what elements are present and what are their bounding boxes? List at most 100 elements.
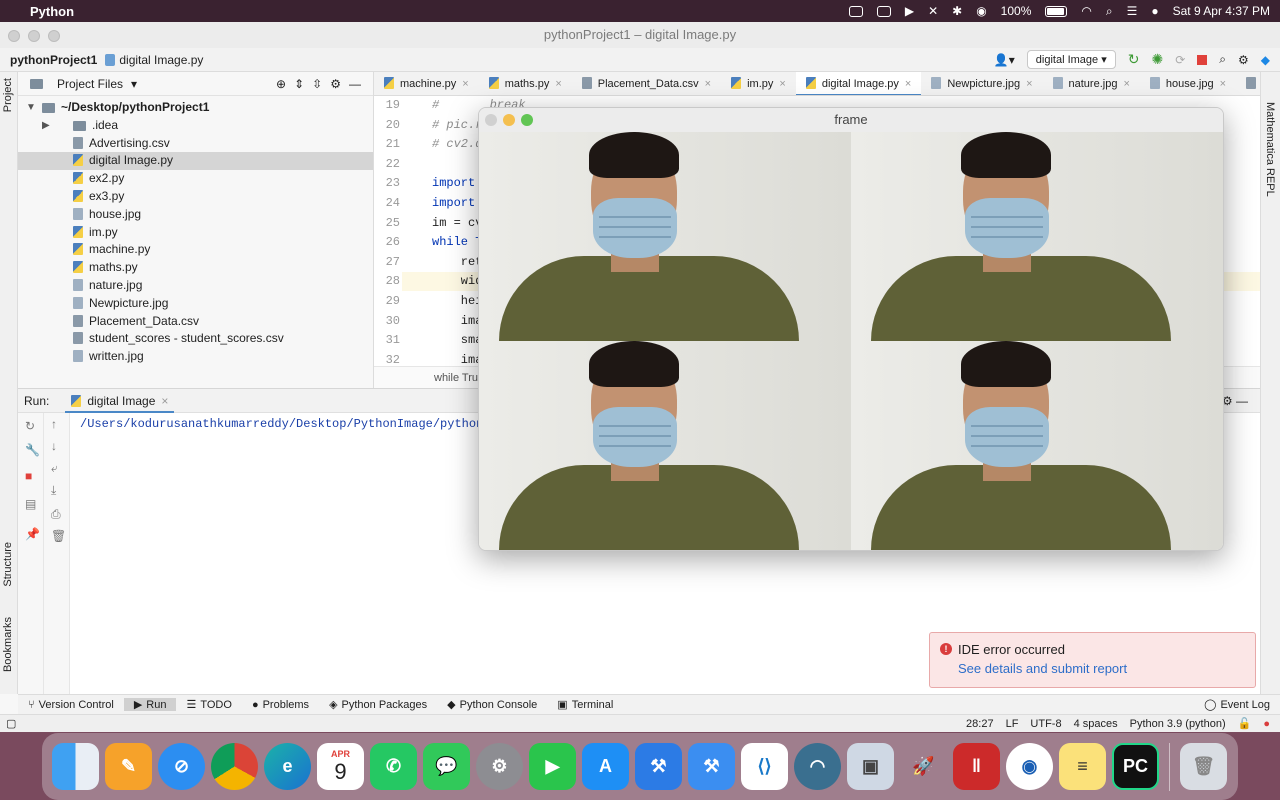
plugin-icon[interactable]: ◆ bbox=[1261, 53, 1270, 67]
vscode-icon[interactable]: ⟨⟩ bbox=[741, 743, 788, 790]
bookmarks-tool-tab[interactable]: Bookmarks bbox=[2, 617, 14, 672]
project-tool-tab[interactable]: Project bbox=[2, 78, 14, 112]
close-tab-icon[interactable]: × bbox=[905, 78, 911, 90]
messages-icon[interactable]: 💬 bbox=[423, 743, 470, 790]
submit-report-link[interactable]: See details and submit report bbox=[958, 661, 1127, 676]
chevron-down-icon[interactable]: ▼ bbox=[26, 99, 36, 117]
print-icon[interactable]: ⎙ bbox=[51, 507, 61, 522]
scroll-end-icon[interactable]: ⤓ bbox=[51, 483, 56, 498]
interpreter[interactable]: Python 3.9 (python) bbox=[1130, 718, 1226, 730]
vpn-icon[interactable]: ◉ bbox=[1006, 743, 1053, 790]
project-view-select[interactable]: Project Files bbox=[57, 77, 123, 91]
stop-icon[interactable] bbox=[1197, 54, 1208, 65]
close-tab-icon[interactable]: × bbox=[705, 78, 711, 90]
soft-wrap-icon[interactable]: ⤶ bbox=[51, 461, 58, 476]
locate-icon[interactable]: ⊕ bbox=[276, 77, 286, 91]
close-tab-icon[interactable]: × bbox=[779, 78, 785, 90]
editor-tab[interactable]: machine.py × bbox=[374, 72, 479, 95]
coverage-icon[interactable]: ⟳ bbox=[1175, 53, 1185, 67]
editor-tab[interactable]: house.jpg × bbox=[1140, 72, 1236, 95]
stop-icon[interactable]: ■ bbox=[25, 469, 32, 483]
siri-icon[interactable]: ● bbox=[1151, 4, 1158, 18]
search-icon[interactable]: ⌕ bbox=[1106, 4, 1113, 19]
indent-setting[interactable]: 4 spaces bbox=[1074, 718, 1118, 730]
tree-item-selected[interactable]: digital Image.py bbox=[18, 152, 373, 171]
python-packages-tab[interactable]: ◈ Python Packages bbox=[319, 698, 437, 712]
python-console-tab[interactable]: ◆ Python Console bbox=[437, 698, 547, 712]
tree-root[interactable]: ▼ ~/Desktop/pythonProject1 bbox=[18, 99, 373, 117]
lock-icon[interactable]: 🔓 bbox=[1238, 717, 1252, 730]
mathematica-repl-tab[interactable]: Mathematica REPL bbox=[1264, 102, 1276, 197]
control-center-icon[interactable]: ☰ bbox=[1127, 4, 1138, 18]
editor-tab[interactable]: Placement_Data.csv × bbox=[572, 72, 721, 95]
display-icon[interactable] bbox=[876, 5, 891, 17]
nav-file[interactable]: digital Image.py bbox=[119, 53, 203, 67]
notes-icon[interactable]: ≡ bbox=[1059, 743, 1106, 790]
tree-item[interactable]: ex2.py bbox=[18, 170, 373, 188]
tree-item[interactable]: im.py bbox=[18, 224, 373, 242]
app-menu-name[interactable]: Python bbox=[30, 4, 74, 19]
calendar-icon[interactable]: APR 9 bbox=[317, 743, 364, 790]
tree-item[interactable]: Placement_Data.csv bbox=[18, 313, 373, 331]
preview-icon[interactable]: ▣ bbox=[847, 743, 894, 790]
wrench-icon[interactable]: 🔧 bbox=[25, 443, 40, 457]
version-control-tab[interactable]: ⑂ Version Control bbox=[18, 699, 124, 711]
tree-item[interactable]: ex3.py bbox=[18, 188, 373, 206]
editor-tab[interactable]: nature.jpg × bbox=[1043, 72, 1140, 95]
wifi-icon[interactable]: ◠ bbox=[1081, 4, 1091, 18]
play-icon[interactable]: ▶ bbox=[905, 4, 914, 18]
chrome-icon[interactable] bbox=[211, 743, 258, 790]
nav-project[interactable]: pythonProject1 bbox=[10, 53, 97, 67]
arrow-down-icon[interactable]: ↓ bbox=[51, 439, 57, 453]
close-window-button[interactable] bbox=[8, 30, 20, 42]
tree-item[interactable]: written.jpg bbox=[18, 348, 373, 366]
vcs-user-icon[interactable]: 👤▾ bbox=[994, 53, 1015, 67]
xcode-beta-icon[interactable]: ⚒ bbox=[688, 743, 735, 790]
battery-icon[interactable] bbox=[1045, 5, 1068, 17]
event-log-tab[interactable]: ◯ Event Log bbox=[1194, 698, 1280, 712]
toggle-tool-windows-icon[interactable]: ▢ bbox=[0, 717, 16, 730]
app-store-icon[interactable]: A bbox=[582, 743, 629, 790]
error-indicator-icon[interactable]: ● bbox=[1263, 718, 1270, 730]
facetime-icon[interactable]: ▶ bbox=[529, 743, 576, 790]
rocket-icon[interactable]: 🚀 bbox=[900, 743, 947, 790]
close-tab-icon[interactable]: × bbox=[161, 394, 168, 408]
caret-position[interactable]: 28:27 bbox=[966, 718, 994, 730]
tree-item[interactable]: machine.py bbox=[18, 241, 373, 259]
tree-item[interactable]: ▶ .idea bbox=[18, 117, 373, 135]
frame-minimize-button[interactable] bbox=[503, 114, 515, 126]
frame-close-button[interactable] bbox=[485, 114, 497, 126]
tree-item[interactable]: student_scores - student_scores.csv bbox=[18, 330, 373, 348]
system-preferences-icon[interactable]: ⚙ bbox=[476, 743, 523, 790]
zoom-window-button[interactable] bbox=[48, 30, 60, 42]
file-encoding[interactable]: UTF-8 bbox=[1030, 718, 1061, 730]
line-separator[interactable]: LF bbox=[1006, 718, 1019, 730]
minimize-window-button[interactable] bbox=[28, 30, 40, 42]
tree-item[interactable]: house.jpg bbox=[18, 206, 373, 224]
rerun-icon[interactable]: ↻ bbox=[1128, 51, 1140, 68]
settings-gear-icon[interactable]: ⚙ bbox=[1238, 53, 1249, 67]
tree-item[interactable]: nature.jpg bbox=[18, 277, 373, 295]
pin-icon[interactable]: 📌 bbox=[25, 527, 40, 541]
terminal-tab[interactable]: ▣ Terminal bbox=[547, 698, 623, 712]
run-tab[interactable]: digital Image × bbox=[65, 389, 175, 413]
trash-icon[interactable]: 🗑 bbox=[1180, 743, 1227, 790]
creative-cloud-icon[interactable] bbox=[848, 5, 863, 17]
editor-tab[interactable]: stu bbox=[1236, 72, 1260, 95]
chevron-right-icon[interactable]: ▶ bbox=[42, 117, 50, 135]
mute-icon[interactable]: ✕ bbox=[928, 4, 938, 18]
pycharm-icon[interactable]: PC bbox=[1112, 743, 1159, 790]
safari-icon[interactable]: ⊘ bbox=[158, 743, 205, 790]
rerun-icon[interactable]: ↻ bbox=[25, 419, 35, 433]
expand-all-icon[interactable]: ⇕ bbox=[294, 77, 304, 91]
trash-icon[interactable]: 🗑 bbox=[51, 529, 66, 543]
editor-tab[interactable]: im.py × bbox=[721, 72, 796, 95]
whatsapp-icon[interactable]: ✆ bbox=[370, 743, 417, 790]
tree-item[interactable]: maths.py bbox=[18, 259, 373, 277]
panel-gear-icon[interactable]: ⚙ bbox=[330, 77, 341, 91]
finder-icon[interactable] bbox=[52, 743, 99, 790]
bluetooth-icon[interactable]: ✱ bbox=[952, 4, 962, 18]
edge-icon[interactable]: e bbox=[264, 743, 311, 790]
todo-tab[interactable]: ☰ TODO bbox=[176, 698, 241, 712]
close-tab-icon[interactable]: × bbox=[555, 78, 561, 90]
